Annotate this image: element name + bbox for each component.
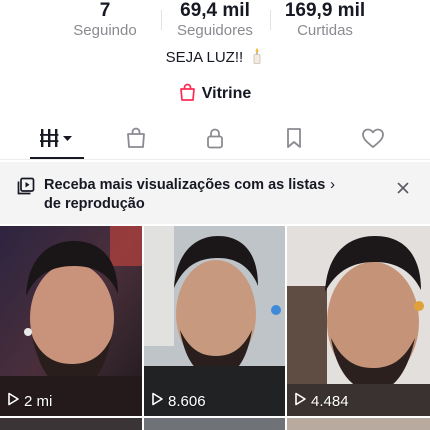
view-count-value: 2 mi [24, 392, 53, 410]
likes-count: 169,9 mil [284, 0, 366, 21]
view-count-value: 8.606 [168, 392, 206, 410]
shopping-bag-icon [179, 83, 196, 106]
tab-private[interactable] [175, 118, 255, 158]
close-icon[interactable] [394, 179, 412, 197]
chevron-right-icon: › [330, 176, 335, 193]
following-label: Seguindo [73, 22, 137, 39]
profile-stats: 7 Seguindo 69,4 mil Seguidores 169,9 mil… [0, 0, 430, 42]
tab-liked[interactable] [333, 118, 413, 158]
tab-videos[interactable] [17, 118, 97, 158]
profile-bio: SEJA LUZ!! [0, 47, 430, 72]
heart-icon [361, 127, 385, 149]
storefront-link[interactable]: Vitrine [0, 82, 430, 106]
playlist-icon [17, 177, 35, 200]
video-thumbnail-image [0, 226, 142, 416]
video-thumbnail[interactable]: 2 mi [0, 226, 142, 416]
following-stat[interactable]: 7 Seguindo [50, 0, 160, 40]
storefront-label: Vitrine [201, 85, 252, 102]
video-thumbnail-image [144, 226, 285, 416]
tab-active-indicator [30, 157, 84, 159]
tab-shop[interactable] [96, 118, 176, 158]
play-icon [6, 392, 20, 410]
candle-icon [250, 47, 264, 72]
video-thumbnail-image [287, 226, 430, 416]
video-thumbnail[interactable]: 4.484 [287, 226, 430, 416]
banner-text: Receba mais visualizações com as listas … [44, 177, 326, 212]
likes-label: Curtidas [297, 22, 353, 39]
play-icon [150, 392, 164, 410]
view-count-value: 4.484 [311, 392, 349, 410]
video-thumbnail[interactable] [0, 418, 142, 430]
view-count: 8.606 [150, 392, 206, 410]
bookmark-icon [284, 127, 304, 149]
profile-tabs [0, 118, 430, 160]
playlist-promo-banner[interactable]: Receba mais visualizações com as listas … [0, 162, 430, 224]
video-thumbnail[interactable]: 8.606 [144, 226, 285, 416]
video-thumbnail[interactable] [287, 418, 430, 430]
followers-stat[interactable]: 69,4 mil Seguidores [160, 0, 270, 40]
followers-count: 69,4 mil [180, 0, 250, 21]
video-thumbnail[interactable] [144, 418, 285, 430]
tab-saved[interactable] [254, 118, 334, 158]
likes-stat[interactable]: 169,9 mil Curtidas [270, 0, 380, 40]
view-count: 2 mi [6, 392, 52, 410]
grid-icon [40, 128, 74, 148]
shopping-bag-icon [125, 127, 147, 149]
play-icon [293, 392, 307, 410]
video-grid: 2 mi 8.606 4.484 [0, 226, 430, 430]
followers-label: Seguidores [177, 22, 253, 39]
lock-icon [204, 127, 226, 149]
bio-text: SEJA LUZ!! [165, 49, 244, 66]
view-count: 4.484 [293, 392, 349, 410]
following-count: 7 [99, 0, 111, 21]
